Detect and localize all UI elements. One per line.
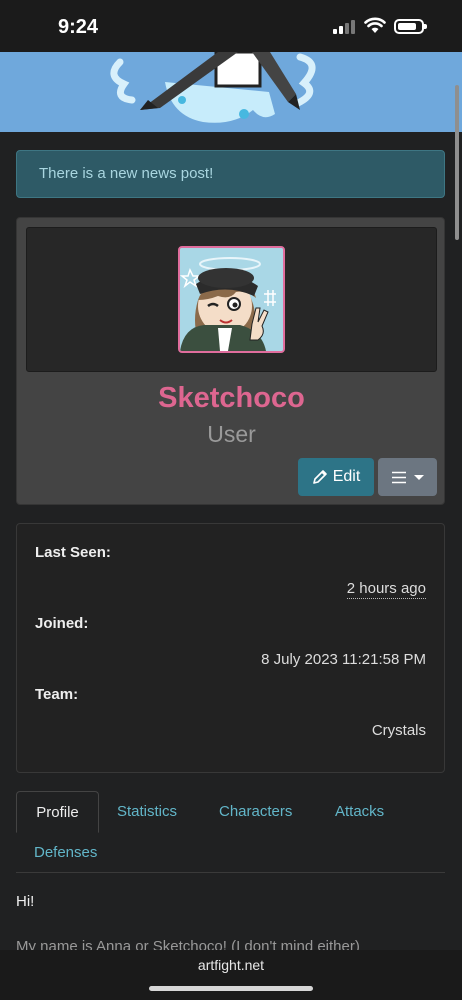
profile-options-dropdown[interactable] (378, 458, 437, 496)
caret-down-icon (414, 474, 424, 480)
profile-role: User (207, 421, 256, 447)
joined-label: Joined: (35, 615, 89, 632)
team-value: Crystals (371, 722, 426, 739)
user-info-card: Last Seen: 2 hours ago Joined: 8 July 20… (16, 523, 445, 773)
avatar-container (26, 227, 437, 372)
tab-attacks[interactable]: Attacks (335, 803, 384, 820)
last-seen-label: Last Seen: (35, 544, 111, 561)
status-time: 9:24 (58, 16, 99, 38)
edit-profile-button[interactable]: Edit (298, 458, 374, 496)
team-label: Team: (35, 686, 79, 703)
wifi-icon (364, 17, 386, 33)
cellular-signal-icon (333, 20, 357, 34)
last-seen-value: 2 hours ago (346, 580, 426, 599)
news-alert[interactable]: There is a new news post! (16, 150, 445, 198)
avatar[interactable] (178, 246, 285, 353)
tab-statistics[interactable]: Statistics (117, 803, 177, 820)
joined-value: 8 July 2023 11:21:58 PM (261, 651, 426, 668)
tab-defenses[interactable]: Defenses (34, 844, 97, 861)
profile-card: Sketchoco User Edit (16, 217, 445, 505)
avatar-illustration-icon (180, 248, 283, 351)
battery-icon (394, 19, 427, 34)
profile-tabs: Profile Statistics Characters Attacks De… (16, 791, 445, 873)
pencil-icon (312, 470, 327, 484)
browser-url[interactable]: artfight.net (0, 957, 462, 973)
tab-characters[interactable]: Characters (219, 803, 292, 820)
page-scrollbar[interactable] (455, 85, 459, 240)
hamburger-menu-icon (392, 471, 406, 483)
tab-profile[interactable]: Profile (16, 791, 99, 833)
profile-username: Sketchoco (158, 382, 305, 414)
status-bar: 9:24 (0, 0, 462, 52)
home-indicator[interactable] (149, 986, 313, 991)
news-alert-text: There is a new news post! (39, 165, 214, 182)
edit-button-label: Edit (332, 468, 361, 485)
profile-content-greeting: Hi! (16, 893, 35, 910)
site-logo-icon (110, 52, 316, 123)
site-banner[interactable] (0, 52, 462, 132)
